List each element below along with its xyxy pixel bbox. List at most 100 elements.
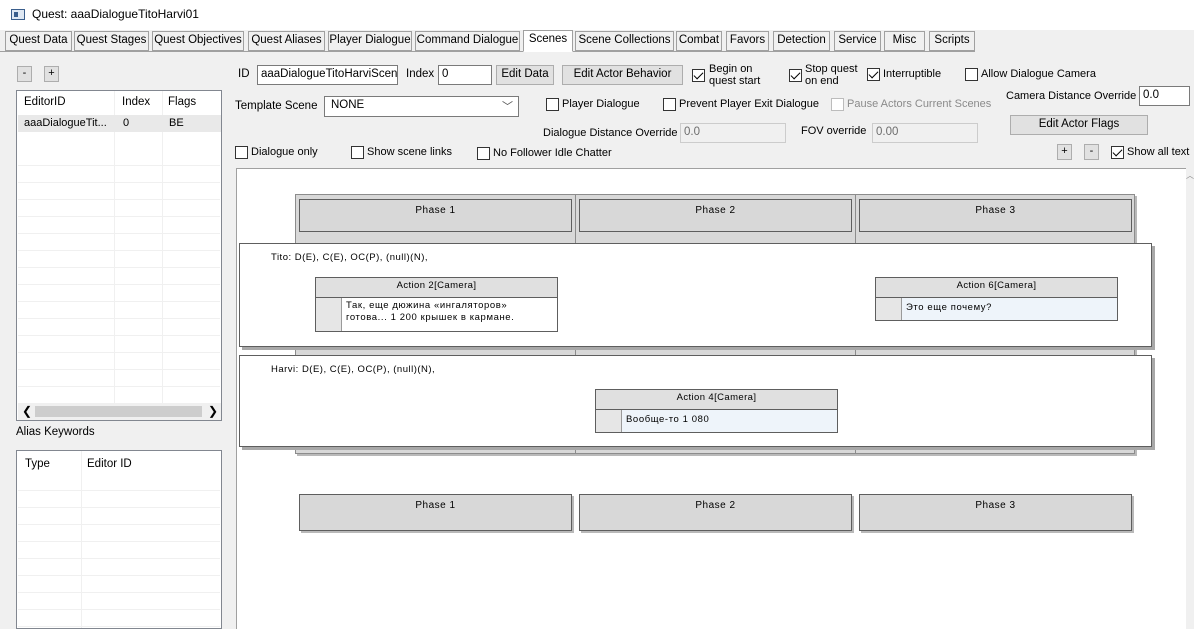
fov-override-input[interactable]: 0.00 [872, 123, 978, 143]
tab-scenes[interactable]: Scenes [523, 30, 573, 52]
tab-misc[interactable]: Misc [884, 31, 925, 51]
action-6-body[interactable]: Это еще почему? [875, 298, 1118, 321]
zoom-out-button[interactable]: - [1084, 144, 1099, 160]
list-gridline [18, 166, 220, 183]
pause-actors-label: Pause Actors Current Scenes [847, 98, 992, 110]
list-gridline [18, 251, 220, 268]
tab-service[interactable]: Service [834, 31, 881, 51]
show-all-text-checkbox[interactable] [1111, 146, 1124, 159]
tab-scripts[interactable]: Scripts [929, 31, 975, 51]
show-all-text-label: Show all text [1127, 146, 1190, 158]
dialogue-distance-input[interactable]: 0.0 [680, 123, 786, 143]
scene-list-hscrollbar[interactable]: ❮ ❯ [18, 403, 221, 420]
tab-quest-data[interactable]: Quest Data [5, 31, 72, 51]
phase-1-header[interactable]: Phase 1 [299, 199, 572, 232]
scrollbar-thumb[interactable] [35, 406, 202, 417]
camera-distance-override-input[interactable]: 0.0 [1139, 86, 1190, 106]
edit-data-button[interactable]: Edit Data [496, 65, 554, 85]
edit-actor-flags-button[interactable]: Edit Actor Flags [1010, 115, 1148, 135]
list-gridline [18, 593, 220, 610]
window-title: Quest: aaaDialogueTitoHarvi01 [32, 7, 199, 21]
list-gridline [18, 576, 220, 593]
alias-keywords-list[interactable]: Type Editor ID [16, 450, 222, 629]
list-gridline [18, 542, 220, 559]
template-scene-value: NONE [331, 99, 365, 111]
tab-detection[interactable]: Detection [773, 31, 830, 51]
actor-label-harvi: Harvi: D(E), C(E), OC(P), (null)(N), [271, 364, 436, 375]
list-gridline [18, 508, 220, 525]
allow-dialogue-camera-checkbox[interactable] [965, 68, 978, 81]
camera-distance-override-label: Camera Distance Override [1006, 90, 1137, 102]
scene-canvas[interactable]: Phase 1 Phase 2 Phase 3 Tito: D(E), C(E)… [236, 168, 1186, 629]
index-input[interactable]: 0 [438, 65, 492, 85]
edit-actor-behavior-button[interactable]: Edit Actor Behavior [562, 65, 683, 85]
list-gridline [18, 525, 220, 542]
tab-player-dialogue[interactable]: Player Dialogue [328, 31, 412, 51]
list-gridline [18, 268, 220, 285]
prevent-player-exit-label: Prevent Player Exit Dialogue [679, 98, 820, 110]
action-4-text: Вообще-то 1 080 [626, 414, 710, 425]
show-scene-links-label: Show scene links [367, 146, 452, 158]
no-follower-idle-label: No Follower Idle Chatter [493, 147, 612, 159]
table-row[interactable]: aaaDialogueTit... 0 BE [18, 115, 221, 132]
scroll-left-icon[interactable]: ❮ [22, 404, 32, 418]
tab-quest-aliases[interactable]: Quest Aliases [248, 31, 325, 51]
id-label: ID [238, 68, 250, 80]
scene-list[interactable]: EditorID Index Flags aaaDialogueTit... 0… [16, 90, 222, 421]
template-scene-select[interactable]: NONE ﹀ [324, 96, 519, 117]
actor-lane-tito[interactable]: Tito: D(E), C(E), OC(P), (null)(N), Acti… [239, 243, 1152, 347]
actor-lane-harvi[interactable]: Harvi: D(E), C(E), OC(P), (null)(N), Act… [239, 355, 1152, 447]
col-header-editorid[interactable]: EditorID [24, 96, 66, 108]
title-bar: Quest: aaaDialogueTitoHarvi01 [0, 0, 1194, 30]
phase-3-lower[interactable]: Phase 3 [859, 494, 1132, 531]
col-header-editor-id[interactable]: Editor ID [87, 458, 132, 470]
canvas-vscrollbar[interactable]: ︿ [1186, 168, 1194, 629]
alias-keywords-label: Alias Keywords [16, 426, 95, 438]
row-index: 0 [123, 117, 130, 129]
stop-quest-on-end-label: Stop quest on end [805, 63, 858, 87]
tab-favors[interactable]: Favors [726, 31, 769, 51]
action-marker [596, 410, 622, 432]
action-2-body[interactable]: Так, еще дюжина «ингаляторов» готова... … [315, 298, 558, 332]
add-scene-button[interactable]: + [44, 66, 59, 82]
phase-3-header[interactable]: Phase 3 [859, 199, 1132, 232]
zoom-in-button[interactable]: + [1057, 144, 1072, 160]
col-header-type[interactable]: Type [25, 458, 50, 470]
list-gridline [18, 336, 220, 353]
show-scene-links-checkbox[interactable] [351, 146, 364, 159]
action-2-header[interactable]: Action 2[Camera] [315, 277, 558, 298]
interruptible-checkbox[interactable] [867, 68, 880, 81]
phase-2-lower[interactable]: Phase 2 [579, 494, 852, 531]
stop-quest-on-end-checkbox[interactable] [789, 69, 802, 82]
scroll-right-icon[interactable]: ❯ [208, 404, 218, 418]
action-4-header[interactable]: Action 4[Camera] [595, 389, 838, 410]
remove-scene-button[interactable]: - [17, 66, 32, 82]
action-6-header[interactable]: Action 6[Camera] [875, 277, 1118, 298]
scene-id-input[interactable]: aaaDialogueTitoHarviScene [257, 65, 398, 85]
pause-actors-checkbox[interactable] [831, 98, 844, 111]
list-gridline [18, 370, 220, 387]
dialogue-only-label: Dialogue only [251, 146, 318, 158]
list-gridline [18, 387, 220, 404]
no-follower-idle-checkbox[interactable] [477, 147, 490, 160]
actor-label-tito: Tito: D(E), C(E), OC(P), (null)(N), [271, 252, 429, 263]
tab-combat[interactable]: Combat [676, 31, 722, 51]
action-4-body[interactable]: Вообще-то 1 080 [595, 410, 838, 433]
phase-2-header[interactable]: Phase 2 [579, 199, 852, 232]
tab-command-dialogue[interactable]: Command Dialogue [415, 31, 520, 51]
phase-1-lower[interactable]: Phase 1 [299, 494, 572, 531]
tab-quest-objectives[interactable]: Quest Objectives [152, 31, 244, 51]
tab-strip-line [0, 51, 975, 52]
player-dialogue-checkbox[interactable] [546, 98, 559, 111]
app-window-icon [11, 9, 25, 20]
list-gridline [18, 610, 220, 627]
dialogue-only-checkbox[interactable] [235, 146, 248, 159]
prevent-player-exit-checkbox[interactable] [663, 98, 676, 111]
action-marker [876, 298, 902, 320]
col-header-flags[interactable]: Flags [168, 96, 196, 108]
tab-scene-collections[interactable]: Scene Collections [575, 31, 674, 51]
begin-on-quest-start-checkbox[interactable] [692, 69, 705, 82]
col-header-index[interactable]: Index [122, 96, 150, 108]
tab-quest-stages[interactable]: Quest Stages [74, 31, 149, 51]
scroll-up-icon[interactable]: ︿ [1186, 170, 1194, 181]
